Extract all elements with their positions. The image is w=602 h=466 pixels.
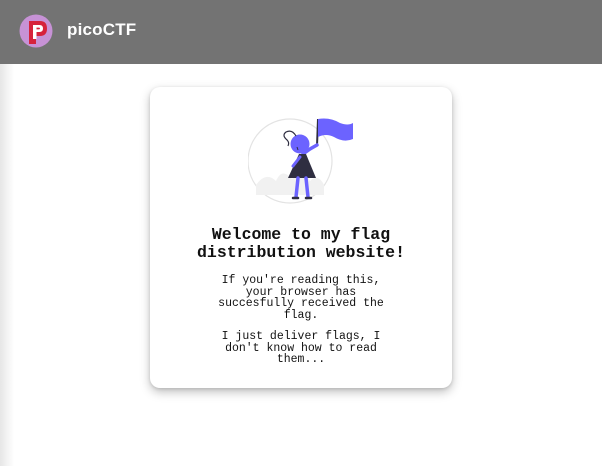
woman-holding-flag-illustration (248, 118, 353, 204)
welcome-card: Welcome to my flag distribution website!… (150, 87, 452, 388)
page-left-shadow (0, 64, 14, 466)
flag-deliver-message: I just deliver flags, I don't know how t… (221, 330, 381, 366)
top-navbar: picoCTF (0, 0, 602, 64)
flag-received-message: If you're reading this, your browser has… (218, 274, 384, 322)
welcome-title: Welcome to my flag distribution website! (197, 225, 405, 262)
brand-name[interactable]: picoCTF (67, 19, 136, 41)
picoctf-logo-icon[interactable] (19, 14, 53, 48)
